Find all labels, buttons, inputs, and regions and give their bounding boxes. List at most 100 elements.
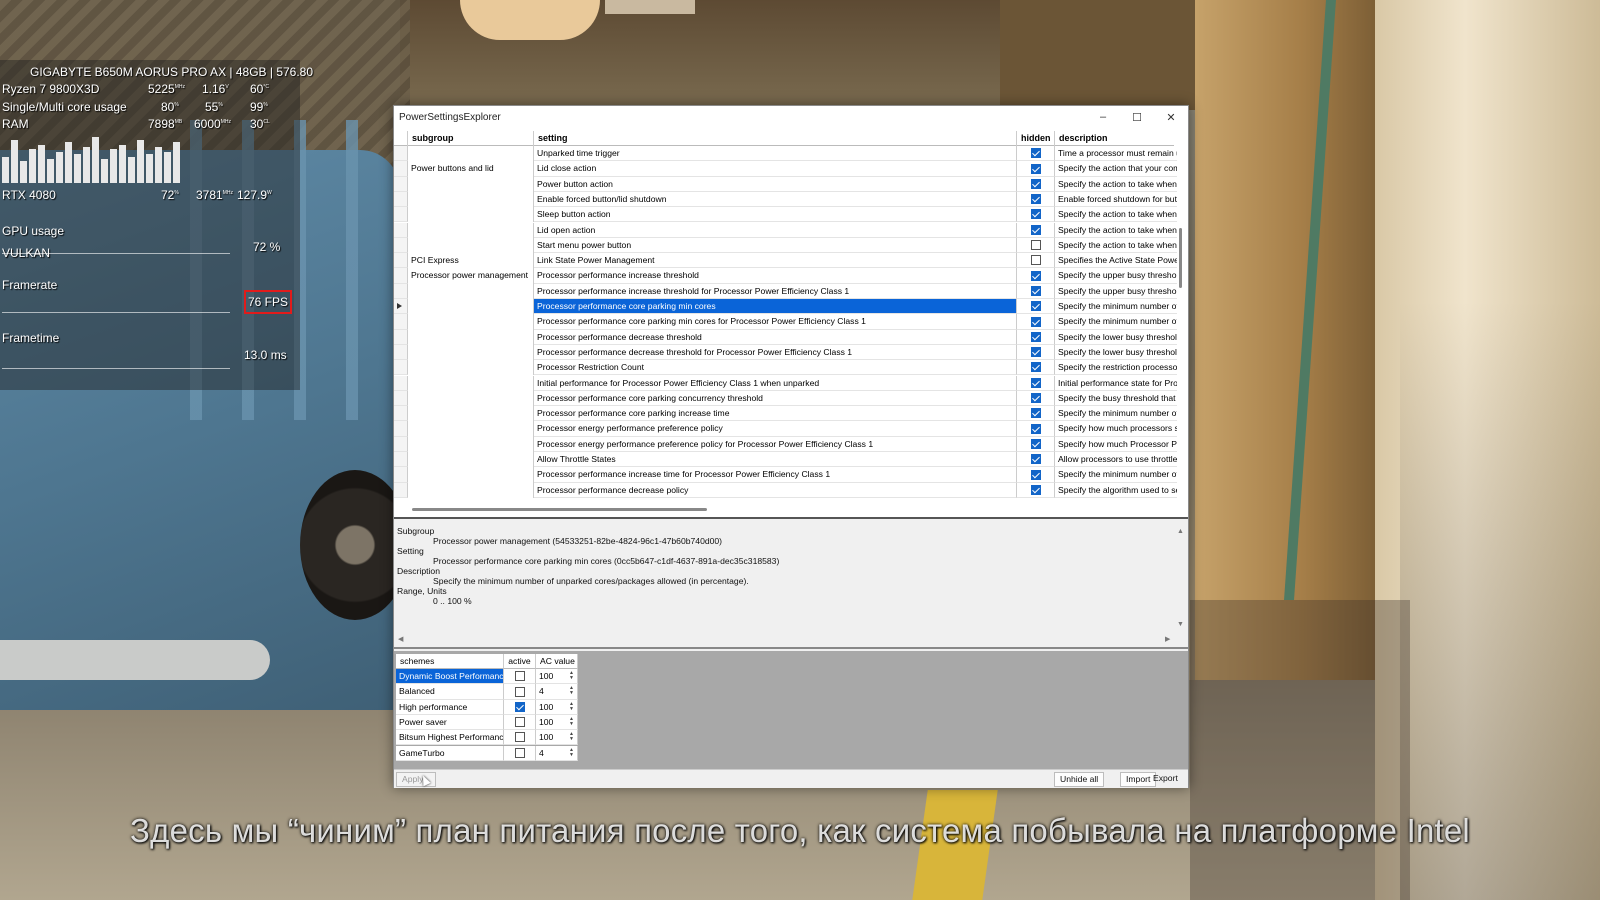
hidden-checkbox[interactable] — [1030, 484, 1041, 495]
setting-row[interactable]: PCI Express Link State Power Management Sp… — [394, 253, 1184, 269]
info-scroll-down-icon[interactable]: ▼ — [1177, 621, 1184, 628]
hidden-checkbox[interactable] — [1030, 240, 1041, 251]
scheme-row[interactable]: Dynamic Boost Performance 100 ▲ ▼ — [396, 669, 578, 685]
row-selector[interactable] — [394, 176, 408, 192]
row-setting[interactable]: Processor Restriction Count — [534, 360, 1017, 376]
row-setting[interactable]: Start menu power button — [534, 237, 1017, 254]
scheme-ac-value[interactable]: 4 — [539, 686, 544, 696]
row-selector[interactable] — [394, 299, 408, 315]
apply-button[interactable]: Apply — [396, 772, 436, 787]
scheme-ac-value[interactable]: 4 — [539, 748, 544, 758]
hidden-checkbox[interactable] — [1030, 377, 1041, 388]
row-selector[interactable] — [394, 406, 408, 422]
row-setting[interactable]: Power button action — [534, 176, 1017, 192]
setting-row[interactable]: Processor energy performance preference … — [394, 421, 1184, 437]
hidden-checkbox[interactable] — [1030, 362, 1041, 373]
setting-row[interactable]: Processor performance core parking incre… — [394, 406, 1184, 422]
setting-row[interactable]: Processor performance increase time for … — [394, 467, 1184, 483]
column-header-ac-value[interactable]: AC value — [536, 654, 578, 669]
row-setting[interactable]: Processor performance decrease policy — [534, 482, 1017, 498]
row-setting[interactable]: Allow Throttle States — [534, 452, 1017, 468]
scheme-ac-value-stepper[interactable]: 100 ▲ ▼ — [536, 714, 578, 731]
row-selector[interactable] — [394, 390, 408, 407]
scheme-name[interactable]: Balanced — [396, 684, 504, 700]
scheme-name[interactable]: High performance — [396, 699, 504, 715]
row-setting[interactable]: Processor performance increase threshold… — [534, 283, 1017, 299]
column-header-schemes[interactable]: schemes — [396, 654, 504, 669]
column-header-active[interactable]: active — [504, 654, 536, 669]
hidden-checkbox[interactable] — [1030, 301, 1041, 312]
row-setting[interactable]: Processor performance increase time for … — [534, 467, 1017, 483]
scheme-ac-value[interactable]: 100 — [539, 732, 553, 742]
scheme-row[interactable]: Power saver 100 ▲ ▼ — [396, 714, 578, 731]
scheme-active-checkbox[interactable] — [514, 747, 525, 758]
row-setting[interactable]: Lid close action — [534, 161, 1017, 177]
hidden-checkbox[interactable] — [1030, 285, 1041, 296]
grid-vertical-scrollbar[interactable] — [1179, 228, 1182, 288]
hidden-checkbox[interactable] — [1030, 316, 1041, 327]
scheme-row[interactable]: Balanced 4 ▲ ▼ — [396, 684, 578, 700]
hidden-checkbox[interactable] — [1030, 224, 1041, 235]
setting-row[interactable]: Enable forced button/lid shutdown Enable … — [394, 191, 1184, 208]
spinner-arrows-icon[interactable]: ▲ ▼ — [569, 671, 574, 681]
row-selector[interactable] — [394, 467, 408, 483]
row-setting[interactable]: Processor performance core parking min c… — [534, 299, 1017, 315]
setting-row[interactable]: Processor Restriction Count Specify the r… — [394, 360, 1184, 376]
scheme-name[interactable]: Power saver — [396, 714, 504, 731]
hidden-checkbox[interactable] — [1030, 454, 1041, 465]
hidden-checkbox[interactable] — [1030, 393, 1041, 404]
row-setting[interactable]: Enable forced button/lid shutdown — [534, 191, 1017, 208]
hidden-checkbox[interactable] — [1030, 194, 1041, 205]
setting-row[interactable]: Processor performance core parking min c… — [394, 314, 1184, 330]
hidden-checkbox[interactable] — [1030, 423, 1041, 434]
column-header-subgroup[interactable]: subgroup — [408, 131, 534, 146]
row-selector[interactable] — [394, 222, 408, 238]
row-selector[interactable] — [394, 375, 408, 391]
scheme-ac-value[interactable]: 100 — [539, 671, 553, 681]
maximize-button[interactable]: ☐ — [1120, 106, 1154, 128]
setting-row[interactable]: Processor performance core parking min c… — [394, 299, 1184, 315]
row-selector[interactable] — [394, 452, 408, 468]
row-setting[interactable]: Link State Power Management — [534, 253, 1017, 269]
scheme-name[interactable]: Dynamic Boost Performance — [396, 669, 504, 685]
column-header-description[interactable]: description — [1055, 131, 1177, 146]
info-scroll-up-icon[interactable]: ▲ — [1177, 528, 1184, 535]
row-setting[interactable]: Initial performance for Processor Power … — [534, 375, 1017, 391]
setting-row[interactable]: Processor performance core parking concu… — [394, 390, 1184, 407]
row-setting[interactable]: Processor performance core parking concu… — [534, 390, 1017, 407]
row-selector[interactable] — [394, 344, 408, 361]
row-selector[interactable] — [394, 360, 408, 376]
hidden-checkbox[interactable] — [1030, 469, 1041, 480]
hidden-checkbox[interactable] — [1030, 438, 1041, 449]
row-selector[interactable] — [394, 253, 408, 269]
setting-row[interactable]: Processor performance decrease threshold… — [394, 329, 1184, 345]
setting-row[interactable]: Lid open action Specify the action to tak… — [394, 222, 1184, 238]
scheme-active-checkbox[interactable] — [514, 701, 525, 712]
scheme-ac-value-stepper[interactable]: 4 ▲ ▼ — [536, 745, 578, 761]
scheme-active-checkbox[interactable] — [514, 686, 525, 697]
setting-row[interactable]: Allow Throttle States Allow processors to… — [394, 452, 1184, 468]
row-selector[interactable] — [394, 207, 408, 223]
title-bar[interactable]: PowerSettingsExplorer – ☐ ✕ — [394, 106, 1188, 128]
row-selector[interactable] — [394, 237, 408, 254]
scheme-ac-value-stepper[interactable]: 100 ▲ ▼ — [536, 699, 578, 715]
setting-row[interactable]: Processor performance decrease threshold… — [394, 344, 1184, 361]
row-setting[interactable]: Processor performance core parking min c… — [534, 314, 1017, 330]
row-selector[interactable] — [394, 314, 408, 330]
spinner-arrows-icon[interactable]: ▲ ▼ — [569, 701, 574, 712]
hidden-checkbox[interactable] — [1030, 148, 1041, 159]
row-selector[interactable] — [394, 421, 408, 437]
unhide-all-button[interactable]: Unhide all — [1054, 772, 1105, 787]
scheme-active-checkbox[interactable] — [514, 717, 525, 728]
setting-row[interactable]: Processor performance increase threshold… — [394, 283, 1184, 299]
column-header-hidden[interactable]: hidden — [1017, 131, 1055, 146]
hidden-checkbox[interactable] — [1030, 408, 1041, 419]
row-setting[interactable]: Processor performance increase threshold — [534, 268, 1017, 284]
scheme-ac-value-stepper[interactable]: 100 ▲ ▼ — [536, 669, 578, 685]
scheme-ac-value-stepper[interactable]: 100 ▲ ▼ — [536, 730, 578, 746]
row-setting[interactable]: Sleep button action — [534, 207, 1017, 223]
setting-row[interactable]: Start menu power button Specify the actio… — [394, 237, 1184, 254]
hidden-checkbox[interactable] — [1030, 331, 1041, 342]
scheme-ac-value-stepper[interactable]: 4 ▲ ▼ — [536, 684, 578, 700]
scheme-row[interactable]: GameTurbo 4 ▲ ▼ — [396, 745, 578, 761]
